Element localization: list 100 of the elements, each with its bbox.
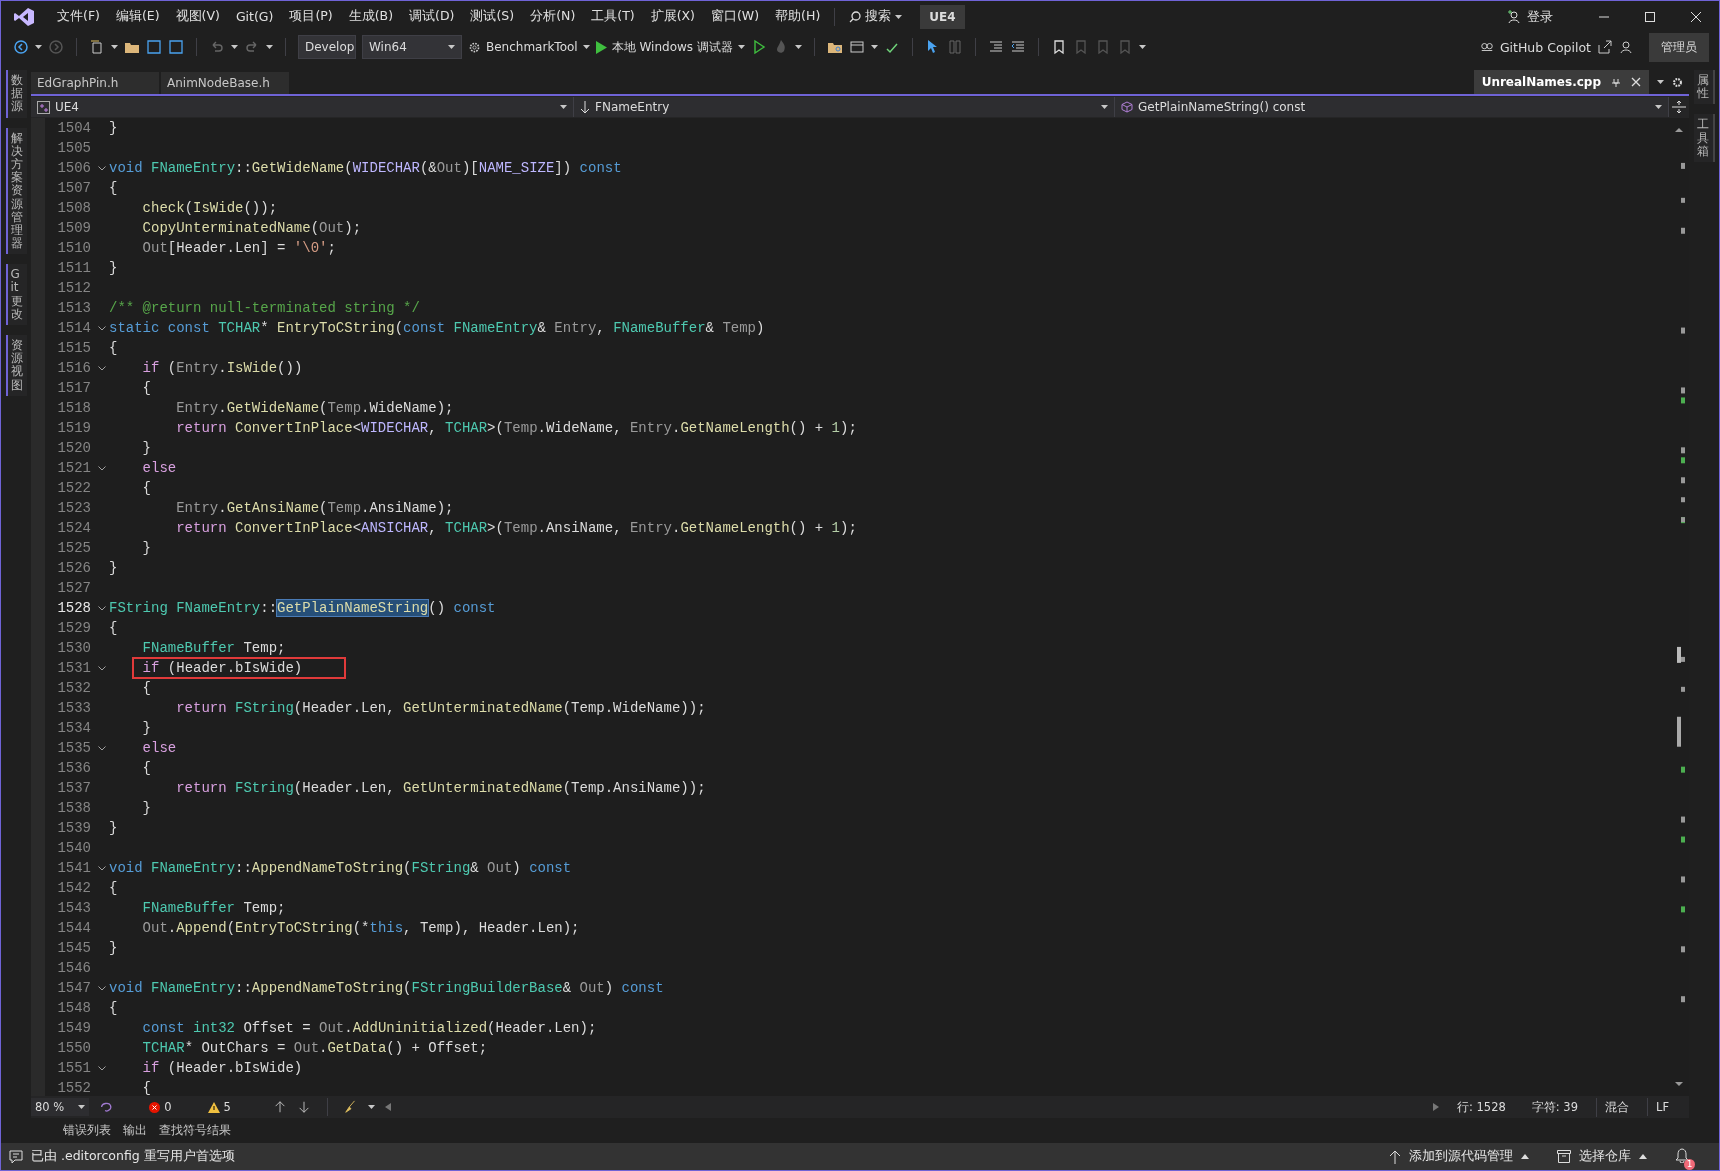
member-dropdown[interactable]: GetPlainNameString() const [1115,97,1669,117]
project-dropdown[interactable]: UE4 [31,97,574,117]
code-line: FNameBuffer Temp; [141,900,286,916]
back-icon[interactable] [13,39,29,55]
brush-icon[interactable] [343,1100,358,1114]
app-logo-icon[interactable] [13,6,35,27]
line-number: 1542 [56,880,92,896]
line-number: 1539 [56,820,92,836]
search-icon [849,10,862,23]
side-tab[interactable]: 属性 [1693,70,1715,105]
menu-item[interactable]: 生成(B) [340,4,402,29]
split-icon[interactable] [1669,100,1689,114]
save-all-icon[interactable] [168,39,184,55]
code-line: return FString(Header.Len, GetUnterminatedName(Temp.AnsiName)); [175,780,706,796]
warning-count[interactable]: 5 [207,1100,231,1114]
menu-item[interactable]: 调试(D) [401,4,463,29]
code-line: FString FNameEntry::GetPlainNameString() const [109,600,496,616]
message-icon[interactable] [9,1149,23,1164]
menu-item[interactable]: 项目(P) [281,4,341,29]
fold-icon[interactable] [98,605,106,611]
line-number: 1533 [56,700,92,716]
settings-icon[interactable] [1672,76,1683,88]
new-item-icon[interactable] [89,39,105,55]
menu-item[interactable]: 扩展(X) [642,4,703,29]
fold-icon[interactable] [98,465,106,471]
document-tab[interactable]: UnrealNames.cpp [1473,70,1649,94]
fold-icon[interactable] [98,665,106,671]
line-number: 1519 [56,420,92,436]
menu-item[interactable]: 帮助(H) [767,4,829,29]
menu-item[interactable]: 窗口(W) [703,4,768,29]
menu-item[interactable]: 测试(S) [462,4,523,29]
code-line: void FNameEntry::AppendNameToString(FString& Out) const [109,860,572,876]
panel-tab[interactable]: 查找符号结果 [159,1122,231,1139]
line-number: 1534 [56,720,92,736]
startup-project-dropdown[interactable]: BenchmarkTool [468,40,590,54]
side-tab[interactable]: Git 更改 [5,264,27,325]
code-line: return FString(Header.Len, GetUnterminatedName(Temp.WideName)); [175,700,706,716]
configuration-dropdown[interactable]: Develop [298,35,356,59]
caret-icon [266,45,273,49]
search-button[interactable]: 搜索 [841,4,911,29]
panel-tab[interactable]: 错误列表 [63,1122,111,1139]
line-ending-indicator[interactable]: LF [1646,1098,1677,1116]
menu-item[interactable]: 视图(V) [167,4,228,29]
error-count[interactable]: 0 [149,1100,172,1114]
pin-icon[interactable] [1611,77,1621,87]
start-debugging-button[interactable]: 本地 Windows 调试器 [595,38,745,56]
panel-tab[interactable]: 输出 [123,1122,147,1139]
health-icon[interactable] [99,1100,114,1114]
line-number: 1517 [56,380,92,396]
bell-icon[interactable] [1675,1147,1689,1163]
caret-icon [582,45,590,49]
line-number: 1551 [56,1060,92,1076]
outdent-icon[interactable] [1009,39,1026,55]
fold-icon[interactable] [98,865,106,871]
menu-item[interactable]: 分析(N) [522,4,584,29]
source-control-button[interactable]: 添加到源代码管理 [1389,1148,1529,1165]
line-number: 1547 [56,980,92,996]
menu-item[interactable]: 文件(F) [49,4,108,29]
copilot-icon [1479,40,1494,54]
caret-icon [794,45,802,49]
repository-button[interactable]: 选择仓库 [1557,1148,1647,1165]
close-icon[interactable] [1631,77,1641,87]
login-button[interactable]: 登录 [1507,7,1553,26]
side-tab[interactable]: 资源视图 [5,335,27,396]
tab-list-icon [1657,80,1664,84]
zoom-dropdown[interactable]: 80 % [31,1098,90,1116]
window-icon[interactable] [848,39,865,55]
project-icon [37,100,50,114]
side-tab[interactable]: 解决方案资源管理器 [5,127,27,255]
menu-item[interactable]: Git(G) [227,5,282,28]
indent-indicator[interactable]: 混合 [1595,1097,1637,1117]
share-icon[interactable] [1597,39,1613,55]
caret-icon [1521,1154,1529,1159]
code-line: return ConvertInPlace<ANSICHAR, TCHAR>(Temp.AnsiName, Entry.GetNameLength() + 1); [175,520,857,536]
fold-icon[interactable] [98,365,106,371]
down-arrow-icon[interactable] [296,1100,311,1114]
save-icon[interactable] [146,39,162,55]
fold-icon[interactable] [98,745,106,751]
menu-item[interactable]: 工具(T) [583,4,643,29]
platform-dropdown[interactable]: Win64 [362,35,462,59]
fold-icon[interactable] [98,985,106,991]
line-number: 1509 [56,220,92,236]
fold-icon[interactable] [98,325,106,331]
line-number: 1538 [56,800,92,816]
copilot-button[interactable]: GitHub Copilot [1479,39,1591,55]
side-tab[interactable]: 工具箱 [1693,114,1715,162]
line-number: 1532 [56,680,92,696]
fold-icon[interactable] [98,165,106,171]
code-line: { [141,480,151,496]
up-arrow-icon[interactable] [272,1100,287,1114]
code-line: void FNameEntry::AppendNameToString(FStringBuilderBase& Out) const [109,980,664,996]
menu-item[interactable]: 编辑(E) [107,4,168,29]
fold-icon[interactable] [98,1065,106,1071]
side-tab[interactable]: 数据源 [5,70,27,118]
indent-icon[interactable] [987,39,1004,55]
code-line: } [109,820,118,836]
status-message: 已由 .editorconfig 重写用户首选项 [31,1148,235,1165]
code-line: } [109,560,118,576]
scope-dropdown[interactable]: FNameEntry [574,97,1115,117]
code-line: Entry.GetWideName(Temp.WideName); [175,400,454,416]
